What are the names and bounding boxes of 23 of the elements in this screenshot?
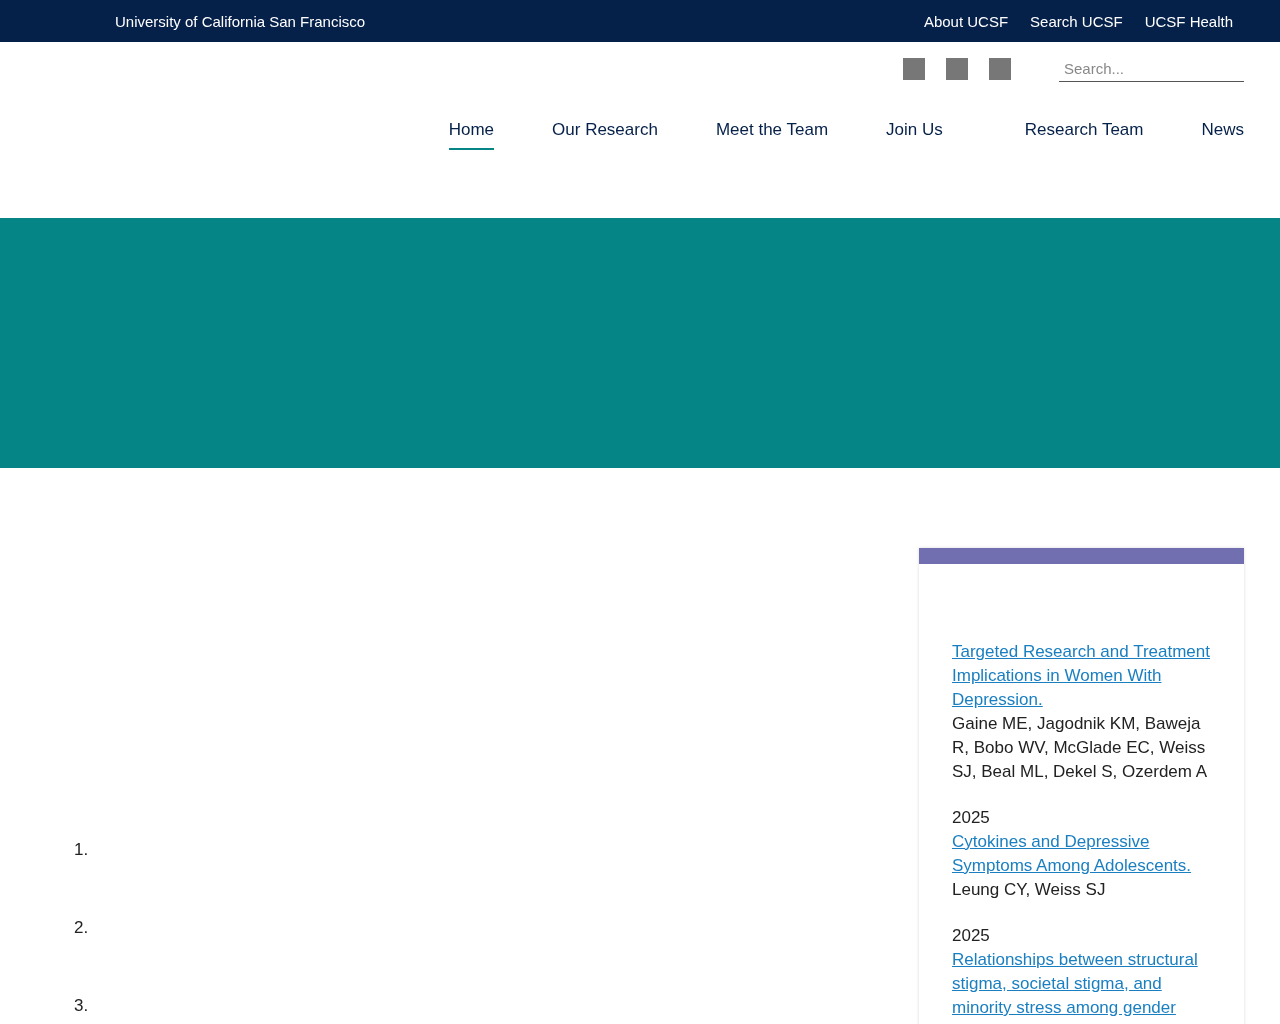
publication-year: 2025	[952, 925, 991, 947]
university-name: University of California San Francisco	[115, 12, 366, 30]
publication-link[interactable]: Cytokines and Depressive Symptoms Among Adolescents.	[952, 830, 1214, 878]
square-icon[interactable]	[989, 58, 1011, 80]
publication-year: 2025	[952, 807, 991, 829]
top-link[interactable]: About UCSF	[923, 12, 1009, 30]
top-link[interactable]: Search UCSF	[1030, 12, 1123, 30]
publication-link[interactable]: Targeted Research and Treatment Implications in Women With Depression.	[952, 640, 1214, 712]
list-number: 2.	[74, 919, 89, 937]
nav-link[interactable]: Join Us	[886, 120, 943, 150]
publication-authors: Gaine ME, Jagodnik KM, Baweja R, Bobo WV, McGlade EC, Weiss SJ, Beal ML, Dekel S, Ozerdem A	[952, 713, 1209, 783]
publication-authors: Leung CY, Weiss SJ	[952, 879, 1107, 901]
square-icon[interactable]	[903, 58, 925, 80]
list-number: 3.	[74, 997, 89, 1015]
nav-link[interactable]: Home	[448, 120, 495, 150]
nav-link[interactable]: Meet the Team	[715, 120, 829, 150]
publication-link[interactable]: Relationships between structural stigma, societal stigma, and minority stress among gender	[952, 948, 1214, 1020]
square-icon[interactable]	[946, 58, 968, 80]
nav-link[interactable]: Research Team	[1024, 120, 1144, 150]
top-link[interactable]: UCSF Health	[1144, 12, 1233, 30]
list-number: 1.	[74, 841, 89, 859]
nav-link[interactable]: Our Research	[552, 120, 658, 150]
nav-link[interactable]: News	[1201, 120, 1244, 150]
